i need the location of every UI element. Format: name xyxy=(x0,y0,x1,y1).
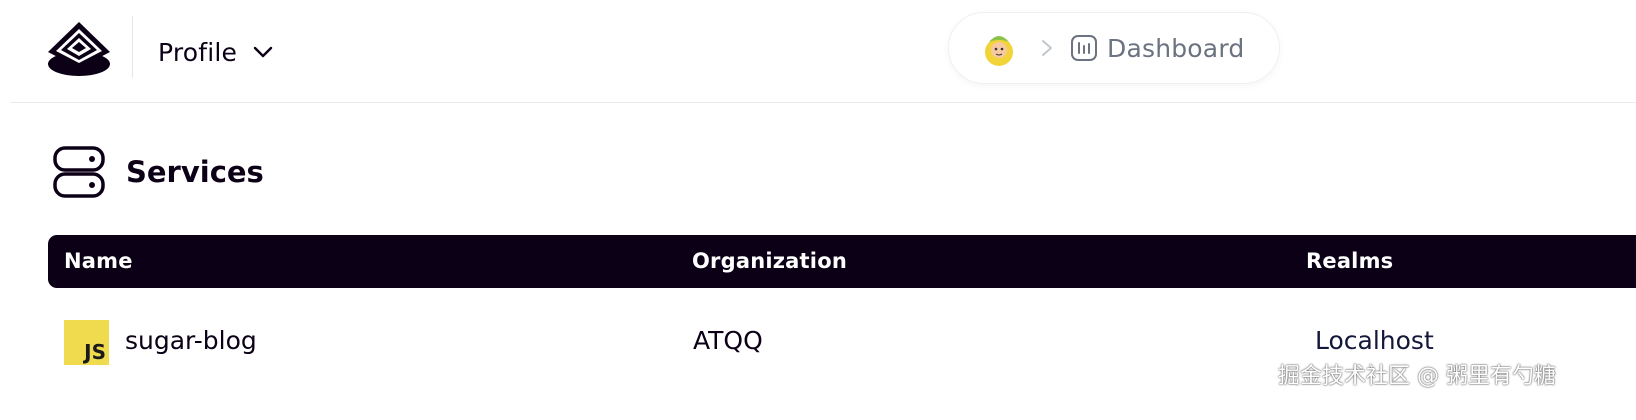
top-navigation-bar: Profile Dashboard xyxy=(0,0,1636,104)
profile-label: Profile xyxy=(158,37,238,67)
server-stack-icon xyxy=(53,146,105,198)
brand-logo-icon[interactable] xyxy=(46,18,112,78)
chevron-right-icon xyxy=(1042,40,1052,56)
service-realm-link[interactable]: Localhost xyxy=(1315,326,1434,355)
page-title: Services xyxy=(126,155,264,189)
user-avatar-icon[interactable] xyxy=(979,28,1019,68)
profile-dropdown[interactable]: Profile xyxy=(158,30,275,74)
javascript-icon-label: JS xyxy=(84,340,106,364)
service-name-link[interactable]: sugar-blog xyxy=(125,326,257,355)
header-bottom-border xyxy=(10,102,1636,103)
services-section-header: Services xyxy=(52,144,264,200)
app-page: Profile Dashboard Services Name Organiza… xyxy=(0,0,1636,420)
dashboard-chart-icon xyxy=(1071,35,1097,61)
breadcrumb: Dashboard xyxy=(948,12,1280,84)
column-header-organization[interactable]: Organization xyxy=(692,249,847,273)
javascript-icon: JS xyxy=(64,320,109,365)
services-table-header: Name Organization Realms xyxy=(48,235,1636,288)
column-header-name[interactable]: Name xyxy=(64,249,133,273)
watermark-text: 掘金技术社区 @ 粥里有勺糖 xyxy=(1278,364,1556,389)
service-organization: ATQQ xyxy=(693,326,763,355)
breadcrumb-current-page[interactable]: Dashboard xyxy=(1107,34,1244,63)
header-divider xyxy=(132,16,133,78)
chevron-down-icon xyxy=(253,46,273,58)
column-header-realms[interactable]: Realms xyxy=(1306,249,1393,273)
